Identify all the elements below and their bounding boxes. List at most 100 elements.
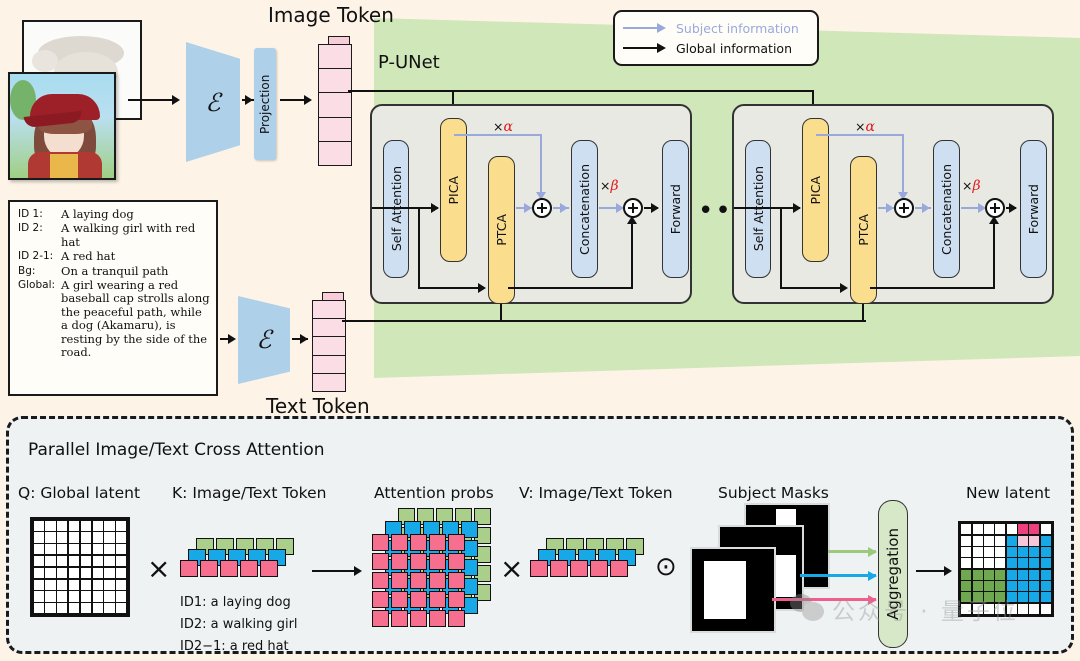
new-latent-cell	[1040, 524, 1051, 535]
new-latent-cell	[995, 547, 1006, 557]
token-cell	[260, 560, 278, 577]
token-cell	[530, 560, 548, 577]
prompt-text-box: ID 1: A laying dog ID 2: A walking girl …	[8, 200, 218, 396]
beta-prefix: ×	[600, 178, 611, 193]
latent-cell	[68, 555, 80, 567]
new-latent-cell	[1029, 569, 1040, 580]
prompt-value: A red hat	[61, 249, 116, 264]
arrow-text-encoder-to-token-head	[300, 334, 308, 344]
new-latent-cell	[1040, 603, 1051, 614]
pica-label: PICA	[808, 175, 823, 205]
latent-cell	[68, 591, 80, 602]
latent-cell	[45, 567, 56, 578]
prompt-key: Global:	[18, 279, 56, 292]
latent-cell	[45, 544, 56, 555]
attention-cell	[410, 534, 427, 551]
projection-block: Projection	[254, 48, 276, 160]
new-latent-cell	[1006, 569, 1017, 580]
projection-label: Projection	[258, 74, 272, 134]
blk2-pica-alpha-v	[902, 134, 904, 196]
new-latent-cell	[995, 535, 1006, 546]
arrow-k-to-attn	[312, 570, 360, 573]
latent-cell	[45, 532, 56, 543]
latent-cell	[104, 544, 115, 555]
blk1-sa-branch-down	[418, 207, 421, 289]
forward-block-1: Forward	[662, 140, 689, 278]
legend-arrow-global-icon	[623, 43, 669, 53]
attention-cell	[448, 534, 465, 551]
blk1-branch-to-ptca-head	[478, 283, 486, 293]
new-latent-cell	[1029, 524, 1040, 535]
ptca-label: PTCA	[856, 214, 871, 246]
beta-symbol: β	[610, 178, 619, 194]
prompt-key: ID 1:	[18, 208, 43, 220]
new-latent-cell	[1018, 558, 1028, 569]
attention-cell	[448, 572, 465, 589]
latent-cell	[33, 520, 44, 531]
prompt-row: ID 1: A laying dog	[18, 207, 210, 222]
legend-box: Subject information Global information	[613, 10, 819, 66]
beta-scalar-block-1: ×β	[600, 178, 619, 194]
blk1-ptca-bottom-h	[508, 287, 633, 290]
prompt-key: Bg:	[18, 264, 36, 277]
alpha-prefix: ×	[855, 119, 866, 134]
forward-label: Forward	[668, 183, 683, 235]
image-encoder-glyph: ℰ	[205, 88, 221, 117]
prompt-key: ID 2:	[18, 222, 43, 235]
attention-cell	[372, 572, 389, 589]
latent-cell	[116, 567, 127, 578]
attention-cell	[372, 534, 389, 551]
token-cell	[220, 560, 238, 577]
blk2-sa-branch-down	[780, 207, 783, 289]
arrow-projection-to-token-head	[304, 95, 312, 105]
token-cell	[240, 560, 258, 577]
new-latent-cell	[1040, 569, 1051, 580]
arrow-k-to-attn-head	[354, 566, 362, 576]
blk1-pica-alpha-v	[540, 134, 542, 196]
new-latent-cell	[1040, 547, 1051, 557]
arrow-prompt-to-text-encoder-head	[228, 334, 236, 344]
attention-cell	[372, 553, 389, 570]
latent-cell	[104, 603, 115, 614]
blk2-plus2-to-forward-head	[1009, 203, 1017, 213]
concatenation-label: Concatenation	[577, 163, 592, 255]
blk2-plus-to-concat-head	[922, 203, 930, 213]
operator-multiply-2: ×	[500, 552, 524, 585]
new-latent-cell	[1018, 603, 1028, 614]
latent-cell	[57, 567, 68, 578]
latent-cell	[92, 579, 103, 590]
punet-title: P-UNet	[378, 52, 440, 73]
new-latent-cell	[961, 535, 972, 546]
token-cell	[200, 560, 218, 577]
new-latent-cell	[984, 547, 994, 557]
new-latent-cell	[1029, 558, 1040, 569]
new-latent-cell	[961, 581, 972, 591]
latent-cell	[45, 555, 56, 567]
pica-block-1: PICA	[440, 118, 467, 262]
new-latent-cell	[972, 535, 983, 546]
latent-cell	[80, 603, 91, 614]
mask-arrow-blue	[800, 570, 877, 581]
reference-image-girl-photo	[8, 72, 116, 180]
blk2-ptca-to-plus-head	[886, 203, 894, 213]
ptca-label: PTCA	[494, 214, 509, 246]
attention-cell	[372, 610, 389, 627]
text-encoder-glyph: ℰ	[256, 325, 272, 354]
text-token-label: Text Token	[266, 394, 370, 418]
alpha-scalar-block-2: ×α	[855, 119, 875, 135]
sum-node-1-block-1	[532, 198, 552, 218]
blk1-ptca-bottom-v	[631, 222, 634, 289]
latent-cell	[80, 591, 91, 602]
latent-cell	[80, 544, 91, 555]
latent-cell	[80, 532, 91, 543]
blk2-ptca-bottom-h	[870, 287, 995, 290]
legend-item-subject: Subject information	[623, 21, 809, 36]
legend-item-global: Global information	[623, 41, 809, 56]
latent-cell	[92, 603, 103, 614]
latent-cell	[116, 532, 127, 543]
prompt-key: ID 2-1:	[18, 250, 54, 263]
new-latent-cell	[1018, 592, 1028, 603]
attention-cell	[429, 534, 446, 551]
latent-cell	[104, 532, 115, 543]
new-latent-cell	[984, 558, 994, 569]
